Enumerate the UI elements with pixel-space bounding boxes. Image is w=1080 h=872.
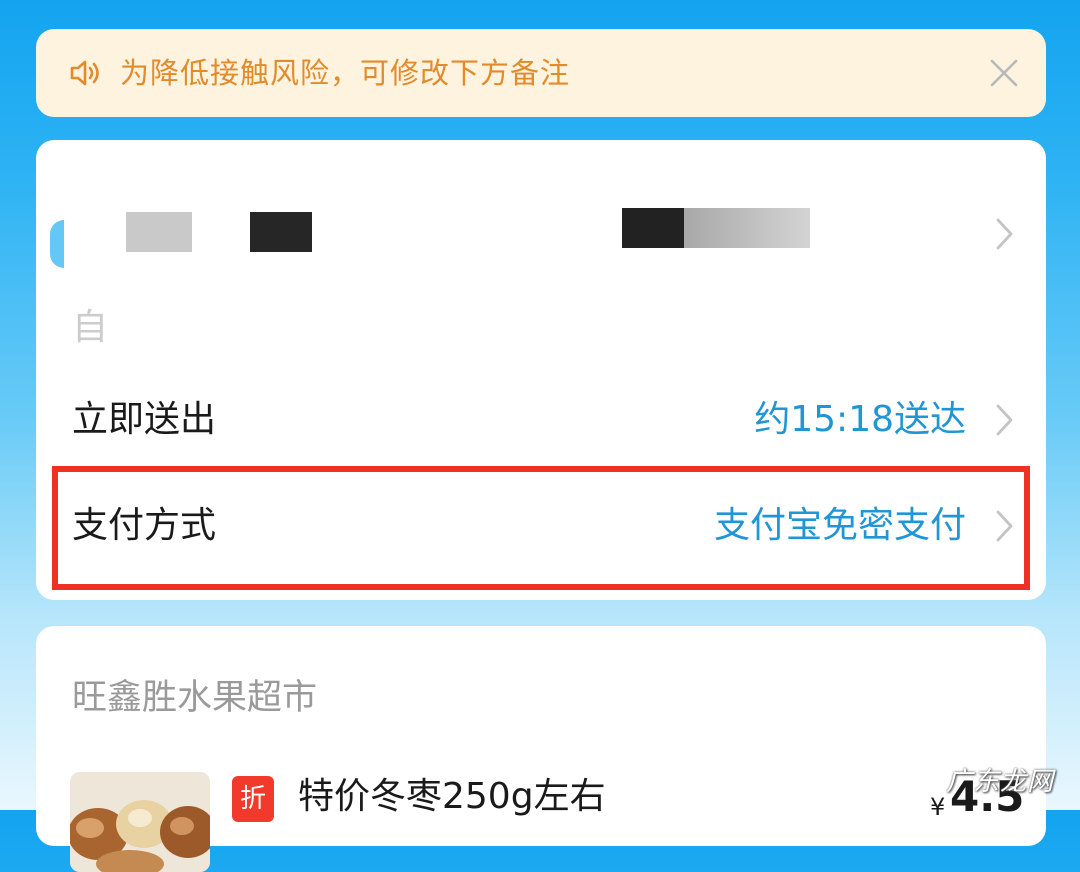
address-line2-fragment: 自 [72, 307, 109, 348]
notice-text: 为降低接触风险，可修改下方备注 [120, 56, 571, 90]
payment-method-value: 支付宝免密支付 [713, 505, 966, 546]
order-info-card: 自 立即送出 约15:18送达 支付方式 支付宝免密支付 [36, 140, 1046, 600]
speaker-icon [70, 60, 99, 86]
delivery-address[interactable]: 自 [56, 180, 956, 380]
redacted-address-block [684, 208, 810, 248]
chevron-right-icon [996, 404, 1013, 436]
redacted-address-block [126, 212, 192, 252]
watermark-text: 广东龙网 [946, 767, 1055, 797]
redacted-address-block [250, 212, 312, 252]
delivery-time-row[interactable]: 立即送出 约15:18送达 [36, 368, 1046, 472]
product-image [70, 772, 210, 872]
store-card: 旺鑫胜水果超市 折 特价冬枣250g左右 ¥ 4.5 [36, 626, 1046, 872]
risk-notice-banner: 为降低接触风险，可修改下方备注 [36, 29, 1046, 117]
store-name: 旺鑫胜水果超市 [72, 678, 318, 718]
price-currency: ¥ [930, 793, 946, 821]
redacted-address-block [622, 208, 684, 248]
chevron-right-icon [996, 218, 1013, 250]
close-icon[interactable] [988, 57, 1020, 89]
payment-method-label: 支付方式 [72, 505, 217, 546]
product-name[interactable]: 特价冬枣250g左右 [298, 772, 606, 822]
payment-method-row[interactable]: 支付方式 支付宝免密支付 [36, 474, 1046, 578]
delivery-time-label: 立即送出 [72, 399, 217, 440]
discount-badge: 折 [232, 776, 274, 822]
chevron-right-icon [996, 510, 1013, 542]
delivery-time-value: 约15:18送达 [754, 399, 966, 440]
